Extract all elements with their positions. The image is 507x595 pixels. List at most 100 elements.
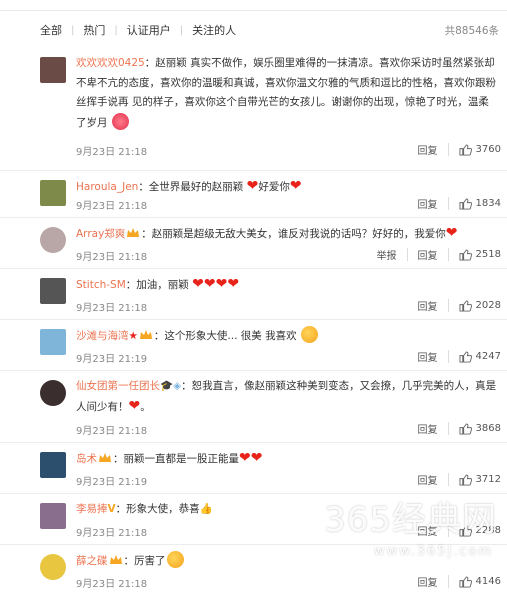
user-avatar[interactable] — [40, 57, 66, 83]
comment-actions: 举报 回复 2518 — [367, 247, 501, 262]
username[interactable]: 仙女团第一任团长 — [76, 380, 160, 392]
user-avatar[interactable] — [40, 180, 66, 206]
username[interactable]: Array郑爽 — [76, 228, 125, 240]
tab-separator: | — [71, 24, 75, 36]
thumbs-up-icon — [459, 143, 472, 156]
comment-total: 共88546条 — [444, 25, 499, 37]
comment-actions: 回复 3760 — [408, 142, 501, 157]
comment-actions: 回复 2028 — [408, 298, 501, 313]
reply-button[interactable]: 回复 — [408, 349, 448, 364]
heart-icon: ❤ — [192, 276, 204, 292]
tag-badge-icon: ◈ — [173, 380, 182, 392]
verified-v-badge-icon: V — [107, 503, 116, 515]
comment-time: 9月23日 21:18 — [76, 426, 148, 437]
like-button[interactable]: 3760 — [449, 143, 501, 156]
user-avatar[interactable] — [40, 329, 66, 355]
reply-button[interactable]: 回复 — [408, 247, 448, 262]
comment-item: Array郑爽 ：赵丽颖是超级无敌大美女，谁反对我说的话吗？好好的，我爱你❤ 9月… — [0, 218, 507, 269]
comment-item: 岛术 ：丽颖一直都是一股正能量❤❤ 9月23日 21:19 回复 3712 — [0, 443, 507, 494]
heart-icon: ❤ — [227, 276, 240, 292]
username[interactable]: 欢欢欢欢0425 — [76, 57, 145, 69]
watermark-logo: 365经典网 — [324, 500, 497, 540]
tab-following[interactable]: 关注的人 — [192, 22, 236, 38]
comment-item: Haroula_Jen：全世界最好的赵丽颖 ❤好爱你❤ 9月23日 21:18 … — [0, 171, 507, 218]
username[interactable]: 沙滩与海湾 — [76, 330, 129, 342]
comment-item: 欢欢欢欢0425：赵丽颖 真实不做作，娱乐圈里难得的一抹清凉。喜欢你采访时虽然紧… — [0, 48, 507, 171]
comment-actions: 回复 1834 — [408, 196, 501, 211]
comment-body: 岛术 ：丽颖一直都是一股正能量❤❤ — [76, 449, 499, 470]
like-button[interactable]: 4146 — [449, 575, 501, 588]
comment-text: ：这个形象大使... 很美 我喜欢 — [153, 330, 297, 342]
thumbs-up-emoji-icon: 👍 — [199, 503, 213, 515]
username[interactable]: 薛之碟 — [76, 555, 108, 567]
comment-item: 沙滩与海湾★ ：这个形象大使... 很美 我喜欢 9月23日 21:19 回复 4… — [0, 320, 507, 371]
user-avatar[interactable] — [40, 227, 66, 253]
heart-icon: ❤ — [239, 450, 251, 466]
reply-button[interactable]: 回复 — [408, 196, 448, 211]
comment-item: 仙女团第一任团长🎓◈：恕我直言，像赵丽颖这种美到变态，又会撩，几乎完美的人，真是… — [0, 371, 507, 443]
user-avatar[interactable] — [40, 278, 66, 304]
like-count: 3712 — [475, 474, 501, 485]
like-button[interactable]: 4247 — [449, 350, 501, 363]
thumbs-up-icon — [459, 575, 472, 588]
comment-time: 9月23日 21:18 — [76, 303, 148, 314]
comment-body: Array郑爽 ：赵丽颖是超级无敌大美女，谁反对我说的话吗？好好的，我爱你❤ — [76, 224, 499, 245]
comment-time: 9月23日 21:18 — [76, 252, 148, 263]
like-count: 2518 — [475, 249, 501, 260]
crown-badge-icon — [99, 453, 111, 462]
tab-hot[interactable]: 热门 — [83, 22, 105, 38]
heart-icon: ❤ — [445, 225, 458, 241]
username[interactable]: Haroula_Jen — [76, 181, 138, 193]
like-button[interactable]: 2028 — [449, 299, 501, 312]
emoji-cat-icon — [166, 551, 184, 568]
reply-button[interactable]: 回复 — [408, 574, 448, 589]
reply-button[interactable]: 回复 — [408, 142, 448, 157]
heart-icon: ❤ — [128, 397, 141, 414]
like-button[interactable]: 3868 — [449, 422, 501, 435]
comment-time: 9月23日 21:18 — [76, 528, 148, 539]
watermark-url: www.365j.com — [373, 544, 493, 559]
comment-time: 9月23日 21:18 — [76, 579, 148, 590]
comment-body: 沙滩与海湾★ ：这个形象大使... 很美 我喜欢 — [76, 326, 499, 347]
emoji-cat-icon — [300, 326, 318, 343]
comment-actions: 回复 3868 — [408, 421, 501, 436]
like-button[interactable]: 2518 — [449, 248, 501, 261]
comment-actions: 回复 3712 — [408, 472, 501, 487]
heart-icon: ❤ — [215, 276, 228, 292]
star-badge-icon: ★ — [128, 330, 138, 342]
thumbs-up-icon — [459, 197, 472, 210]
report-button[interactable]: 举报 — [367, 247, 407, 262]
reply-button[interactable]: 回复 — [408, 421, 448, 436]
heart-icon: ❤ — [203, 276, 216, 292]
user-avatar[interactable] — [40, 554, 66, 580]
user-avatar[interactable] — [40, 452, 66, 478]
comment-time: 9月23日 21:18 — [76, 147, 148, 158]
comment-actions: 回复 4247 — [408, 349, 501, 364]
tab-separator: | — [179, 24, 184, 36]
emoji-heart-eyes-icon — [111, 112, 129, 130]
comment-text-tail: 好爱你 — [258, 181, 290, 193]
heart-icon: ❤ — [246, 178, 259, 194]
user-avatar[interactable] — [40, 503, 66, 529]
comment-text: ：赵丽颖是超级无敌大美女，谁反对我说的话吗？好好的，我爱你 — [141, 228, 446, 240]
comment-text: ：丽颖一直都是一股正能量 — [113, 453, 239, 465]
comment-time: 9月23日 21:19 — [76, 477, 148, 488]
heart-icon: ❤ — [289, 178, 302, 194]
username[interactable]: 李易捧 — [76, 503, 108, 515]
user-avatar[interactable] — [40, 380, 66, 406]
like-button[interactable]: 3712 — [449, 473, 501, 486]
username[interactable]: 岛术 — [76, 453, 97, 465]
filter-tabs: 全部 | 热门 | 认证用户 | 关注的人 共88546条 — [0, 11, 507, 49]
like-button[interactable]: 1834 — [449, 197, 501, 210]
tab-verified[interactable]: 认证用户 — [127, 22, 171, 38]
reply-button[interactable]: 回复 — [408, 472, 448, 487]
tab-all[interactable]: 全部 — [40, 22, 62, 38]
heart-icon: ❤ — [250, 450, 263, 466]
reply-button[interactable]: 回复 — [408, 298, 448, 313]
like-count: 4146 — [475, 576, 501, 587]
comment-text: ：加油，丽颖 — [125, 279, 189, 291]
comment-actions: 回复 4146 — [408, 574, 501, 589]
username[interactable]: Stitch-SM — [76, 279, 126, 291]
comment-body: Haroula_Jen：全世界最好的赵丽颖 ❤好爱你❤ — [76, 177, 499, 198]
comment-body: 仙女团第一任团长🎓◈：恕我直言，像赵丽颖这种美到变态，又会撩，几乎完美的人，真是… — [76, 377, 499, 417]
